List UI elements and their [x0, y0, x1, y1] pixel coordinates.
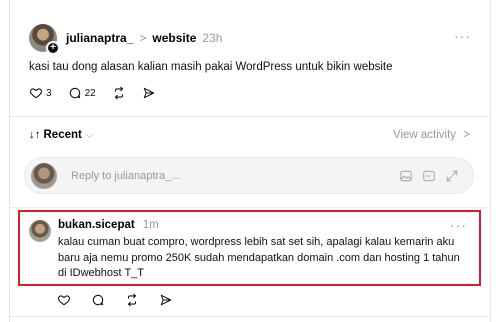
- view-activity-link[interactable]: View activity >: [393, 129, 470, 141]
- repost-icon: [127, 293, 137, 307]
- section-divider: [10, 316, 490, 317]
- viewer-avatar: [31, 162, 57, 189]
- comment-repost-button[interactable]: [125, 293, 139, 307]
- comment-actions: [57, 293, 189, 307]
- breadcrumb-separator: >: [139, 31, 147, 45]
- comment-icon: [69, 87, 80, 99]
- comment-text: kalau cuman buat compro, wordpress lebih…: [58, 236, 460, 279]
- view-activity-label: View activity: [393, 129, 457, 141]
- comment-like-button[interactable]: [57, 293, 71, 307]
- like-count: 3: [46, 87, 52, 99]
- chevron-down-icon: ⌵: [85, 129, 94, 141]
- reply-tools: [399, 169, 459, 183]
- comment-button[interactable]: 22: [68, 86, 96, 100]
- follow-plus-icon[interactable]: +: [46, 41, 60, 55]
- comment-time: 1m: [142, 219, 159, 231]
- heart-icon: [29, 88, 43, 99]
- send-icon: [160, 294, 172, 306]
- expand-icon[interactable]: [445, 169, 459, 183]
- comment-reply-button[interactable]: [91, 293, 105, 307]
- image-icon[interactable]: [399, 169, 413, 183]
- gif-icon[interactable]: [422, 169, 436, 183]
- comment-icon: [92, 294, 104, 306]
- sort-dropdown[interactable]: ↓↑ Recent ⌵: [29, 129, 93, 141]
- like-button[interactable]: 3: [29, 86, 52, 100]
- section-divider: [10, 207, 490, 208]
- heart-icon: [57, 295, 71, 306]
- post-text: kasi tau dong alasan kalian masih pakai …: [29, 61, 393, 73]
- comment-count: 22: [84, 87, 96, 99]
- reply-placeholder: Reply to julianaptra_...: [71, 169, 181, 182]
- reply-input[interactable]: Reply to julianaptra_...: [24, 157, 474, 194]
- post-header: + julianaptra_ > website 23h: [29, 24, 223, 55]
- post-actions: 3 22: [29, 86, 172, 100]
- send-icon: [143, 87, 154, 99]
- repost-button[interactable]: [112, 86, 126, 100]
- comment-item: bukan.sicepat 1m ··· kalau cuman buat co…: [18, 210, 481, 286]
- topic-link[interactable]: website: [152, 31, 196, 45]
- comment-more-icon[interactable]: ···: [450, 217, 467, 233]
- post-time: 23h: [202, 31, 223, 45]
- section-divider: [10, 116, 490, 117]
- chevron-right-icon: >: [463, 129, 470, 141]
- comment-share-button[interactable]: [159, 293, 173, 307]
- share-button[interactable]: [142, 86, 156, 100]
- author-avatar[interactable]: +: [29, 24, 60, 55]
- sort-label: Recent: [43, 129, 82, 141]
- author-username[interactable]: julianaptra_: [66, 31, 133, 45]
- commenter-avatar[interactable]: [29, 220, 51, 242]
- sort-arrows-icon: ↓↑: [29, 129, 41, 141]
- repost-icon: [114, 86, 123, 100]
- post-more-icon[interactable]: ···: [454, 28, 471, 44]
- commenter-username[interactable]: bukan.sicepat: [58, 219, 135, 231]
